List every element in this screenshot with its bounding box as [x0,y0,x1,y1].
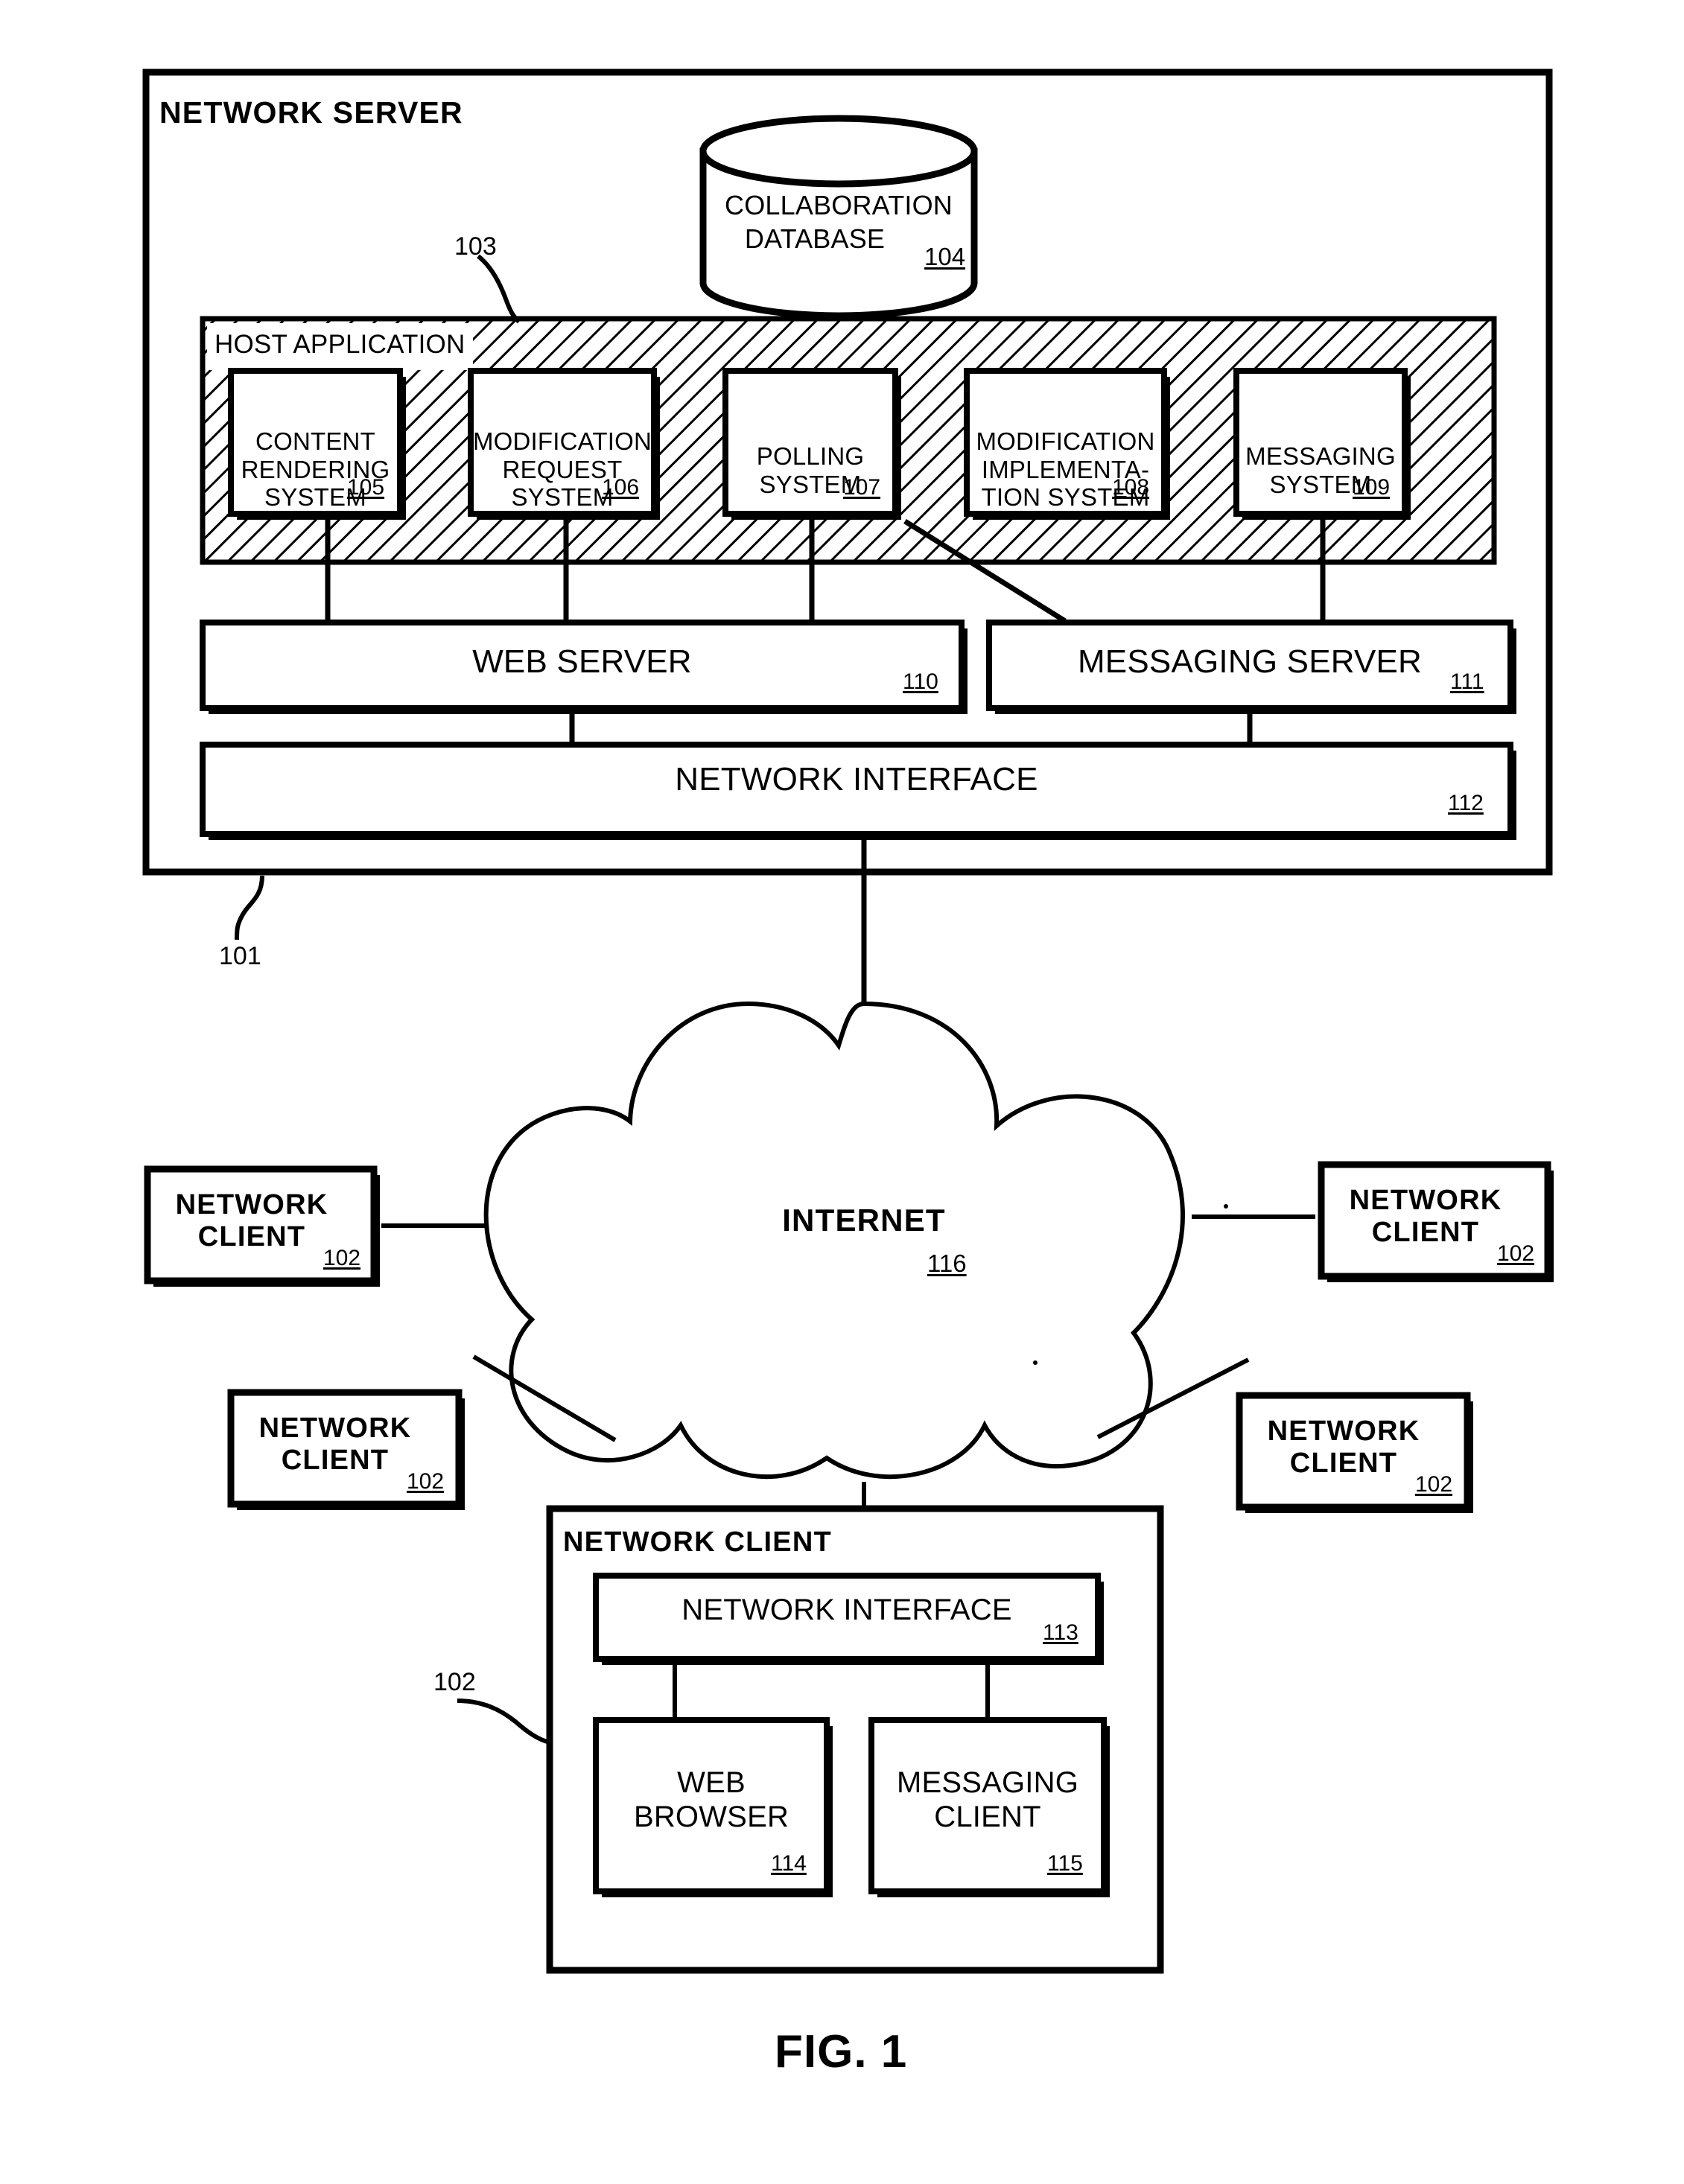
network-client-ref-left-upper: 102 [323,1246,361,1270]
client-module-label-messaging-client: MESSAGING CLIENT [896,1766,1079,1833]
leader-102 [457,1699,550,1745]
system-ref-105: 105 [347,475,385,500]
network-client-ref-right-lower: 102 [1415,1472,1453,1497]
client-module-ref-115: 115 [1047,1851,1083,1876]
leader-101 [235,875,264,940]
host-application-ref: 103 [454,232,497,261]
diagram-vector-layer [142,69,1554,1974]
host-application-label: HOST APPLICATION [215,330,466,359]
client-detail-ref: 102 [433,1668,476,1696]
server-network-interface-ref: 112 [1448,791,1484,815]
network-client-label-right-lower: NETWORK CLIENT [1267,1416,1420,1480]
network-client-label-left-lower: NETWORK CLIENT [258,1413,412,1477]
network-server-ref: 101 [219,942,261,970]
network-server-title: NETWORK SERVER [159,95,463,130]
figure-caption: FIG. 1 [775,2026,908,2078]
network-client-ref-right-upper: 102 [1497,1241,1535,1266]
client-module-ref-114: 114 [771,1851,807,1876]
system-ref-109: 109 [1353,475,1391,500]
messaging-server-label: MESSAGING SERVER [1077,643,1423,680]
system-ref-106: 106 [602,475,640,500]
client-module-label-web-browser: WEB BROWSER [633,1766,789,1833]
internet-label: INTERNET [782,1203,946,1238]
network-client-ref-left-lower: 102 [407,1469,445,1494]
collaboration-database-ref: 104 [924,243,966,270]
patent-figure-1: NETWORK SERVER 101 COLLABORATION DATABAS… [0,0,1684,2184]
network-client-label-right-upper: NETWORK CLIENT [1349,1185,1502,1249]
client-network-interface-ref: 113 [1043,1620,1078,1645]
collaboration-database-label-line2: DATABASE [744,223,886,254]
web-server-label: WEB SERVER [472,643,692,680]
internet-cloud [483,1001,1185,1480]
network-client-label-left-upper: NETWORK CLIENT [175,1189,328,1253]
client-network-interface-label: NETWORK INTERFACE [681,1594,1012,1626]
system-ref-108: 108 [1112,475,1150,500]
collaboration-database-label-line1: COLLABORATION [725,190,953,220]
system-ref-107: 107 [843,475,881,500]
web-server-ref: 110 [903,669,938,694]
client-detail-title: NETWORK CLIENT [563,1526,832,1558]
server-network-interface-label: NETWORK INTERFACE [675,761,1038,797]
messaging-server-ref: 111 [1450,669,1484,694]
internet-ref: 116 [927,1249,967,1277]
